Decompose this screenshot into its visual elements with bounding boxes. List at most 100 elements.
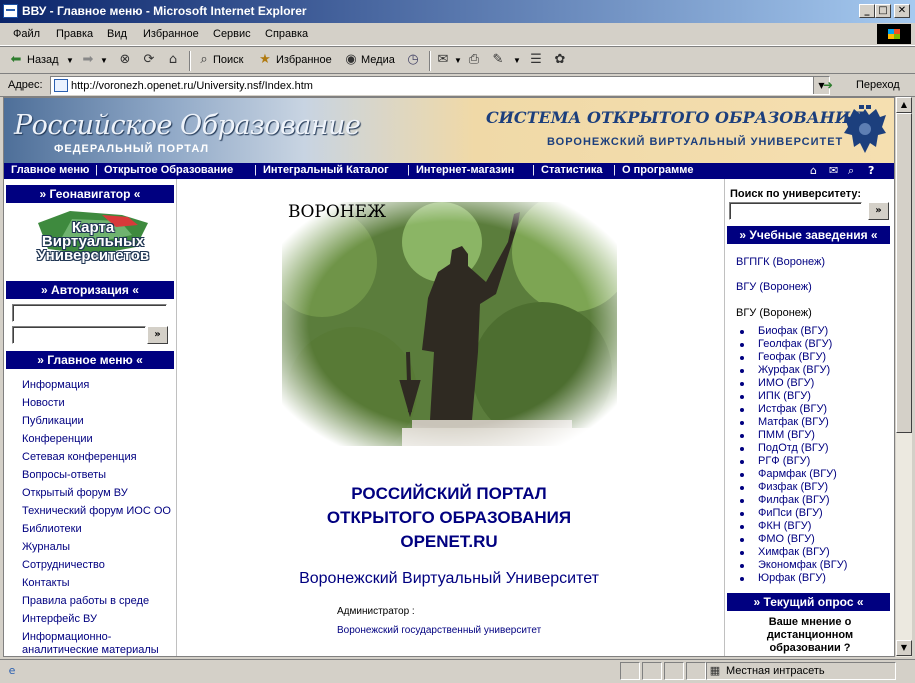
site-search-button[interactable]: » <box>868 202 889 220</box>
go-button[interactable]: Переход <box>856 79 900 91</box>
edit-icon[interactable]: ✎ <box>490 52 506 68</box>
search-icon[interactable]: ⌕ <box>848 164 854 178</box>
login-submit-button[interactable]: » <box>147 326 168 344</box>
menu-item-network-conference[interactable]: Сетевая конференция <box>22 451 137 463</box>
authorization-heading: » Авторизация « <box>6 281 174 299</box>
scroll-down-icon[interactable]: ▼ <box>896 640 912 656</box>
discuss-icon[interactable]: ☰ <box>528 52 544 68</box>
faculty-link[interactable]: РГФ (ВГУ) <box>758 455 810 467</box>
menu-item-news[interactable]: Новости <box>22 397 65 409</box>
password-field[interactable] <box>12 326 146 344</box>
go-arrow-icon[interactable]: ➜ <box>820 77 836 93</box>
messenger-icon[interactable]: ✿ <box>552 52 568 68</box>
search-icon[interactable]: ⌕ <box>196 52 212 68</box>
nav-open-education[interactable]: Открытое Образование <box>104 164 233 176</box>
forward-dropdown-icon[interactable]: ▼ <box>100 56 108 65</box>
faculty-link[interactable]: Биофак (ВГУ) <box>758 325 828 337</box>
address-input[interactable]: http://voronezh.openet.ru/University.nsf… <box>50 76 830 95</box>
portal-logo[interactable]: Российское Образование <box>14 110 361 141</box>
menu-item-rules[interactable]: Правила работы в среде <box>22 595 149 607</box>
login-field[interactable] <box>12 304 167 322</box>
faculty-link[interactable]: Истфак (ВГУ) <box>758 403 827 415</box>
close-button[interactable]: ✕ <box>894 4 910 18</box>
menu-item-contacts[interactable]: Контакты <box>22 577 70 589</box>
faculty-link[interactable]: ИМО (ВГУ) <box>758 377 814 389</box>
faculty-link[interactable]: Фармфак (ВГУ) <box>758 468 837 480</box>
portal-title-line3[interactable]: OPENET.RU <box>184 532 714 552</box>
maximize-button[interactable]: □ <box>875 4 891 18</box>
refresh-icon[interactable]: ⟳ <box>141 52 157 68</box>
address-url[interactable]: http://voronezh.openet.ru/University.nsf… <box>71 80 313 92</box>
menu-view[interactable]: Вид <box>107 28 127 40</box>
search-label: Поиск по университету: <box>730 188 862 200</box>
admin-link[interactable]: Воронежский государственный университет <box>337 625 541 636</box>
window-title: ВВУ - Главное меню - Microsoft Internet … <box>22 4 307 18</box>
faculty-link[interactable]: Геолфак (ВГУ) <box>758 338 832 350</box>
nav-statistics[interactable]: Статистика <box>541 164 603 176</box>
virtual-universities-map[interactable]: Карта Виртуальных Университетов <box>32 209 154 271</box>
menu-item-analytics[interactable]: Информационно-аналитические материалы <box>22 631 162 656</box>
faculty-link[interactable]: ПодОтд (ВГУ) <box>758 442 829 454</box>
menu-edit[interactable]: Правка <box>56 28 93 40</box>
scroll-thumb[interactable] <box>896 113 912 433</box>
history-icon[interactable]: ◷ <box>405 52 421 68</box>
favorites-icon[interactable]: ★ <box>257 52 273 68</box>
faculty-link[interactable]: Матфак (ВГУ) <box>758 416 829 428</box>
site-search-input[interactable] <box>729 202 862 220</box>
university-title: ВОРОНЕЖСКИЙ ВИРТУАЛЬНЫЙ УНИВЕРСИТЕТ <box>547 136 844 148</box>
faculty-link[interactable]: Филфак (ВГУ) <box>758 494 830 506</box>
faculty-link[interactable]: Юрфак (ВГУ) <box>758 572 826 584</box>
institution-link-vgpgk[interactable]: ВГПГК (Воронеж) <box>736 256 825 268</box>
media-icon[interactable]: ◉ <box>343 52 359 68</box>
mail-dropdown-icon[interactable]: ▼ <box>454 56 462 65</box>
faculty-link[interactable]: Геофак (ВГУ) <box>758 351 826 363</box>
menu-item-publications[interactable]: Публикации <box>22 415 84 427</box>
scroll-up-icon[interactable]: ▲ <box>896 97 912 113</box>
favorites-button[interactable]: Избранное <box>276 54 332 66</box>
menu-tools[interactable]: Сервис <box>213 28 251 40</box>
faculty-bullet <box>740 486 744 490</box>
home-icon[interactable]: ⌂ <box>165 52 181 68</box>
menu-item-interface[interactable]: Интерфейс ВУ <box>22 613 97 625</box>
media-button[interactable]: Медиа <box>361 54 395 66</box>
faculty-link[interactable]: ФКН (ВГУ) <box>758 520 811 532</box>
home-icon[interactable]: ⌂ <box>810 164 817 177</box>
menu-item-journals[interactable]: Журналы <box>22 541 70 553</box>
faculty-link[interactable]: ФиПси (ВГУ) <box>758 507 823 519</box>
faculty-link[interactable]: Журфак (ВГУ) <box>758 364 830 376</box>
back-button[interactable]: Назад <box>27 54 59 66</box>
institution-link-vgu[interactable]: ВГУ (Воронеж) <box>736 281 812 293</box>
menu-help[interactable]: Справка <box>265 28 308 40</box>
stop-icon[interactable]: ⊗ <box>117 52 133 68</box>
back-dropdown-icon[interactable]: ▼ <box>66 56 74 65</box>
menu-file[interactable]: Файл <box>13 28 40 40</box>
vertical-scrollbar[interactable]: ▲ ▼ <box>895 97 912 657</box>
faculty-link[interactable]: ПММ (ВГУ) <box>758 429 815 441</box>
menu-item-info[interactable]: Информация <box>22 379 89 391</box>
back-arrow-icon[interactable]: ⬅ <box>8 52 24 68</box>
faculty-link[interactable]: Физфак (ВГУ) <box>758 481 828 493</box>
menu-item-tech-forum[interactable]: Технический форум ИОС ОО <box>22 505 171 517</box>
menu-item-open-forum[interactable]: Открытый форум ВУ <box>22 487 128 499</box>
menu-item-conferences[interactable]: Конференции <box>22 433 93 445</box>
mail-icon[interactable]: ✉ <box>435 52 451 68</box>
faculty-link[interactable]: Химфак (ВГУ) <box>758 546 830 558</box>
help-icon[interactable]: ? <box>868 164 874 177</box>
nav-integral-catalog[interactable]: Интегральный Каталог <box>263 164 389 176</box>
menu-item-libraries[interactable]: Библиотеки <box>22 523 82 535</box>
minimize-button[interactable]: _ <box>859 4 875 18</box>
faculty-link[interactable]: ФМО (ВГУ) <box>758 533 815 545</box>
search-button[interactable]: Поиск <box>213 54 243 66</box>
print-icon[interactable]: ⎙ <box>466 52 482 68</box>
mail-icon[interactable]: ✉ <box>829 164 838 177</box>
forward-arrow-icon[interactable]: ➡ <box>80 52 96 68</box>
nav-about[interactable]: О программе <box>622 164 694 176</box>
nav-main-menu[interactable]: Главное меню <box>11 164 89 176</box>
menu-item-cooperation[interactable]: Сотрудничество <box>22 559 105 571</box>
nav-internet-shop[interactable]: Интернет-магазин <box>416 164 514 176</box>
faculty-link[interactable]: Экономфак (ВГУ) <box>758 559 847 571</box>
menu-favorites[interactable]: Избранное <box>143 28 199 40</box>
faculty-link[interactable]: ИПК (ВГУ) <box>758 390 811 402</box>
menu-item-faq[interactable]: Вопросы-ответы <box>22 469 106 481</box>
edit-dropdown-icon[interactable]: ▼ <box>513 56 521 65</box>
